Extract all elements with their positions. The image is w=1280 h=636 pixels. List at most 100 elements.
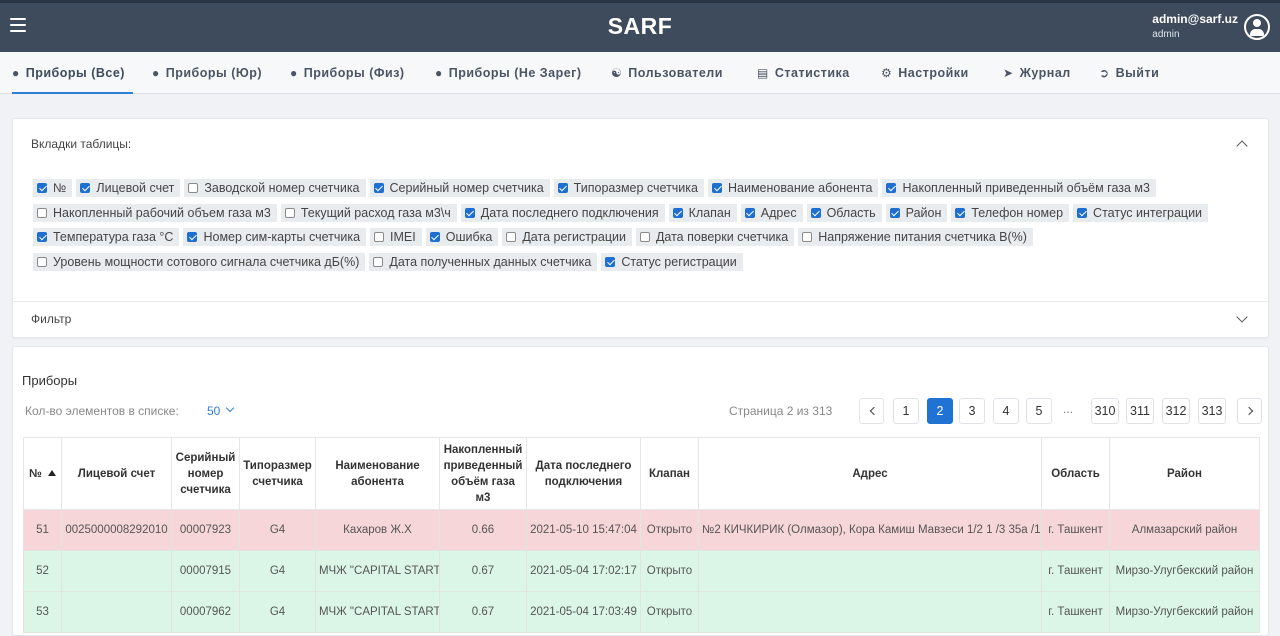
column-toggle[interactable]: Накопленный рабочий объем газа м3 (33, 203, 277, 222)
page-button[interactable]: 311 (1126, 398, 1154, 424)
column-toggle[interactable]: Статус интеграции (1073, 203, 1209, 222)
column-header[interactable]: Адрес (698, 437, 1042, 510)
column-toggle[interactable]: Накопленный приведенный объём газа м3 (882, 179, 1156, 197)
table-row[interactable]: 51 0025000008292010 00007923 G4 Кахаров … (23, 509, 1260, 551)
column-toggle[interactable]: IMEI (370, 228, 422, 246)
column-header[interactable]: Типоразмер счетчика (239, 437, 316, 510)
column-toggle[interactable]: Статус регистрации (601, 252, 743, 271)
column-toggle[interactable]: Напряжение питания счетчика В(%) (798, 228, 1033, 246)
checkbox-icon[interactable] (712, 183, 722, 193)
checkbox-icon[interactable] (557, 183, 568, 193)
checkbox-icon[interactable] (187, 232, 198, 242)
page-button[interactable]: 312 (1162, 398, 1190, 424)
column-header[interactable]: Серийный номер счетчика (171, 437, 240, 510)
checkbox-icon[interactable] (506, 232, 517, 242)
checkbox-icon[interactable] (80, 183, 91, 193)
column-toggle[interactable]: Номер сим-карты счетчика (183, 228, 367, 246)
checkbox-icon[interactable] (886, 183, 897, 193)
column-header[interactable]: Лицевой счет (61, 437, 172, 510)
checkbox-icon[interactable] (188, 183, 199, 193)
column-toggle[interactable]: Адрес (740, 203, 803, 222)
checkbox-row: Температура газа °C Номер сим-карты счетч… (33, 228, 1248, 253)
checkbox-icon[interactable] (37, 232, 47, 242)
expand-chevron-down-icon[interactable] (1236, 311, 1248, 323)
checkbox-icon[interactable] (889, 207, 900, 218)
checkbox-icon[interactable] (37, 256, 47, 267)
nav-devices-unregistered[interactable]: ● Приборы (Не Зарег) (435, 52, 582, 94)
column-toggle-label: Наименование абонента (728, 181, 873, 195)
collapse-chevron-up-icon[interactable] (1236, 140, 1248, 152)
checkbox-icon[interactable] (374, 232, 385, 242)
checkbox-icon[interactable] (639, 232, 650, 242)
checkbox-icon[interactable] (464, 207, 475, 218)
checkbox-icon[interactable] (605, 256, 616, 267)
column-toggle[interactable]: Заводской номер счетчика (184, 179, 366, 197)
column-header[interactable]: Накопленный приведенный объём газа м3 (439, 437, 527, 510)
checkbox-icon[interactable] (744, 207, 755, 218)
column-toggle[interactable]: Температура газа °C (33, 228, 180, 246)
checkbox-icon[interactable] (284, 207, 295, 218)
checkbox-icon[interactable] (429, 232, 440, 242)
user-info[interactable]: admin@sarf.uz admin (1152, 12, 1238, 40)
checkbox-icon[interactable] (955, 207, 966, 218)
page-button[interactable]: 4 (993, 398, 1019, 424)
column-toggle[interactable]: Клапан (668, 203, 737, 222)
column-toggle[interactable]: Лицевой счет (76, 179, 181, 197)
column-header[interactable]: Область (1041, 437, 1110, 510)
checkbox-icon[interactable] (373, 183, 384, 193)
column-toggle[interactable]: Дата регистрации (502, 228, 632, 246)
column-toggle[interactable]: Дата последнего подключения (460, 203, 665, 222)
nav-label: Выйти (1115, 66, 1160, 80)
column-header[interactable]: Район (1109, 437, 1260, 510)
page-button[interactable]: 3 (959, 398, 985, 424)
column-header[interactable]: Дата последнего подключения (526, 437, 641, 510)
column-toggle[interactable]: Ошибка (425, 228, 499, 246)
column-header-number[interactable]: № (23, 437, 62, 510)
column-toggle[interactable]: Типоразмер счетчика (553, 179, 704, 197)
column-toggle[interactable]: Телефон номер (951, 203, 1070, 222)
checkbox-icon[interactable] (810, 207, 821, 218)
next-page-button[interactable] (1237, 398, 1262, 424)
column-toggle[interactable]: Наименование абонента (708, 179, 879, 197)
chevron-down-icon[interactable] (225, 403, 235, 413)
nav-logout[interactable]: ➲ Выйти (1099, 52, 1159, 94)
nav-devices-legal[interactable]: ● Приборы (Юр) (152, 52, 262, 94)
checkbox-icon[interactable] (1077, 207, 1088, 218)
page-button[interactable]: 310 (1091, 398, 1119, 424)
column-toggle-label: Уровень мощности сотового сигнала счетчи… (53, 254, 360, 269)
sort-ascending-icon[interactable] (47, 469, 56, 476)
column-toggle[interactable]: Дата полученных данных счетчика (369, 252, 598, 271)
checkbox-icon[interactable] (373, 256, 384, 267)
column-toggle[interactable]: Текущий расход газа м3\ч (280, 203, 457, 222)
column-toggle[interactable]: Дата поверки счетчика (635, 228, 795, 246)
checkbox-icon[interactable] (672, 207, 683, 218)
fire-icon: ● (290, 66, 298, 80)
page-button[interactable]: 1 (893, 398, 919, 424)
checkbox-icon[interactable] (37, 183, 47, 193)
column-header[interactable]: Клапан (640, 437, 699, 510)
page-button-active[interactable]: 2 (927, 398, 953, 424)
nav-devices-physical[interactable]: ● Приборы (Физ) (290, 52, 405, 94)
page-button[interactable]: 313 (1198, 398, 1226, 424)
filter-toggle[interactable]: Фильтр (31, 312, 71, 326)
checkbox-icon[interactable] (802, 232, 813, 242)
column-header[interactable]: Наименование абонента (315, 437, 440, 510)
column-toggle[interactable]: № (33, 179, 73, 197)
checkbox-icon[interactable] (37, 207, 47, 218)
prev-page-button[interactable] (859, 398, 884, 424)
page-button[interactable]: 5 (1026, 398, 1052, 424)
column-toggle[interactable]: Район (885, 203, 948, 222)
nav-devices-all[interactable]: ● Приборы (Все) (12, 52, 133, 94)
column-toggle[interactable]: Уровень мощности сотового сигнала счетчи… (33, 252, 366, 271)
table-columns-panel: Вкладки таблицы: № Лицевой счет Заводской … (12, 118, 1269, 338)
nav-users[interactable]: ☯ Пользователи (611, 52, 723, 94)
nav-settings[interactable]: ⚙ Настройки (881, 52, 969, 94)
nav-journal[interactable]: ➤ Журнал (1003, 52, 1071, 94)
table-row[interactable]: 52 00007915 G4 МЧЖ "CAPITAL START" 0.67 … (23, 550, 1260, 592)
user-avatar-icon[interactable] (1244, 14, 1270, 40)
column-toggle[interactable]: Область (806, 203, 882, 222)
nav-statistics[interactable]: ▤ Статистика (757, 52, 850, 94)
per-page-select[interactable]: 50 (207, 404, 220, 418)
table-row[interactable]: 53 00007962 G4 МЧЖ "CAPITAL START" 0.67 … (23, 591, 1260, 633)
column-toggle[interactable]: Серийный номер счетчика (369, 179, 550, 197)
